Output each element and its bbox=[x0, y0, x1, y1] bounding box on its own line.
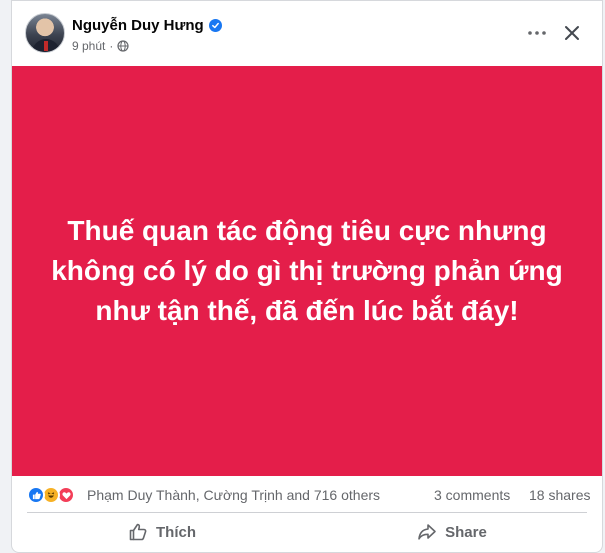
post-text-background[interactable]: Thuế quan tác động tiêu cực nhưng không … bbox=[12, 66, 602, 476]
meta-separator: · bbox=[109, 39, 114, 53]
actions-row: Thích Share bbox=[12, 515, 602, 551]
close-icon bbox=[565, 26, 579, 40]
share-arrow-icon bbox=[417, 522, 437, 542]
close-button[interactable] bbox=[558, 19, 586, 47]
divider bbox=[27, 512, 587, 513]
like-button[interactable]: Thích bbox=[122, 515, 202, 549]
ellipsis-icon bbox=[528, 31, 546, 35]
share-button-label: Share bbox=[445, 523, 487, 541]
avatar-tie bbox=[44, 41, 48, 51]
post-meta: 9 phút · bbox=[72, 38, 129, 54]
like-icon bbox=[27, 486, 45, 504]
like-button-label: Thích bbox=[156, 523, 196, 541]
shares-count[interactable]: 18 shares bbox=[529, 487, 590, 503]
reactors-summary[interactable]: Phạm Duy Thành, Cường Trịnh and 716 othe… bbox=[87, 487, 380, 503]
comments-count[interactable]: 3 comments bbox=[434, 487, 510, 503]
post-header: Nguyễn Duy Hưng 9 phút · bbox=[12, 1, 602, 65]
verified-badge-icon bbox=[208, 18, 222, 32]
reactions-row: Phạm Duy Thành, Cường Trịnh and 716 othe… bbox=[12, 479, 602, 511]
avatar[interactable] bbox=[25, 13, 65, 53]
share-button[interactable]: Share bbox=[407, 515, 497, 549]
author-row: Nguyễn Duy Hưng bbox=[72, 15, 222, 35]
post-time[interactable]: 9 phút bbox=[72, 39, 105, 53]
post-card: Nguyễn Duy Hưng 9 phút · Thuế quan tác đ… bbox=[11, 0, 603, 553]
more-options-button[interactable] bbox=[523, 19, 551, 47]
globe-icon bbox=[117, 40, 129, 52]
reaction-icons[interactable] bbox=[27, 486, 75, 504]
thumbs-up-icon bbox=[128, 522, 148, 542]
post-text: Thuế quan tác động tiêu cực nhưng không … bbox=[51, 215, 563, 326]
author-name[interactable]: Nguyễn Duy Hưng bbox=[72, 17, 204, 34]
